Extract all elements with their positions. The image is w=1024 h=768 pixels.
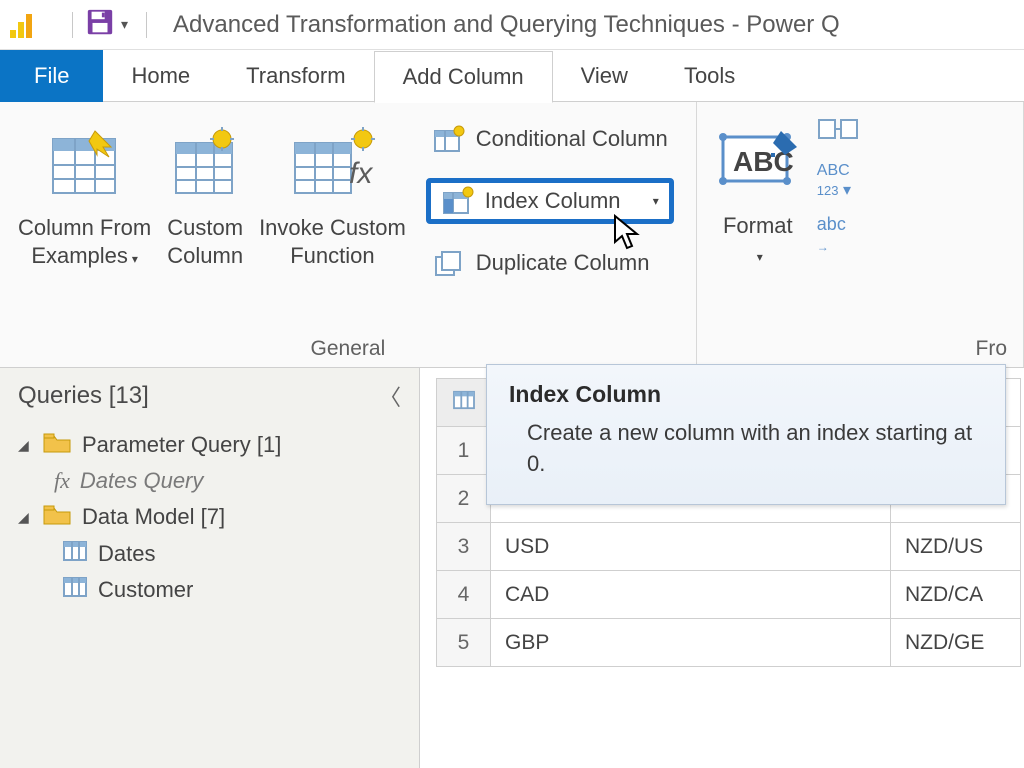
ribbon-group-from-text: ABC Format▾ ABC123 ▾ abc→ Fro [697, 102, 1024, 367]
app-icon [10, 12, 50, 38]
cell[interactable]: NZD/CA [891, 571, 1021, 619]
custom-column-label: Custom Column [167, 214, 243, 269]
main-area: Queries [13] 〈 ◢ Parameter Query [1] fx … [0, 368, 1024, 768]
queries-title: Queries [13] [18, 382, 149, 410]
grid-corner[interactable] [437, 379, 491, 427]
index-column-icon [441, 186, 475, 216]
merge-columns-icon[interactable] [817, 116, 863, 148]
tab-add-column[interactable]: Add Column [374, 51, 553, 103]
query-item-label: Dates [98, 541, 155, 567]
row-number: 3 [437, 523, 491, 571]
function-icon: fx [54, 468, 70, 494]
group-label-from-text: Fro [707, 331, 1013, 363]
parse-icon[interactable]: abc→ [817, 214, 863, 256]
qat-customize-dropdown[interactable]: ▾ [121, 16, 128, 33]
data-grid-area: 1 2EURNZD/EU 3USDNZD/US 4CADNZD/CA 5GBPN… [420, 368, 1024, 768]
query-item-label: Dates Query [80, 468, 204, 494]
tab-home[interactable]: Home [103, 50, 218, 102]
table-icon [62, 540, 88, 568]
ribbon-tabs: File Home Transform Add Column View Tool… [0, 50, 1024, 102]
expand-icon: ◢ [18, 437, 32, 454]
tab-file[interactable]: File [0, 50, 103, 102]
svg-text:fx: fx [349, 157, 373, 190]
column-from-examples-icon [47, 116, 123, 210]
tooltip-title: Index Column [509, 381, 985, 408]
collapse-pane-icon[interactable]: 〈 [379, 380, 401, 412]
dropdown-icon[interactable]: ▾ [653, 194, 659, 208]
table-row[interactable]: 5GBPNZD/GE [437, 619, 1021, 667]
ribbon: Column From Examples▾ Custom Column [0, 102, 1024, 368]
column-from-examples-button[interactable]: Column From Examples▾ [10, 110, 159, 331]
conditional-column-icon [432, 124, 466, 154]
tab-transform[interactable]: Transform [218, 50, 373, 102]
table-row[interactable]: 3USDNZD/US [437, 523, 1021, 571]
query-group-label: Parameter Query [1] [82, 432, 281, 458]
row-number: 5 [437, 619, 491, 667]
column-from-examples-label: Column From Examples▾ [18, 214, 151, 269]
save-icon[interactable] [85, 7, 115, 43]
folder-icon [42, 430, 72, 460]
row-number: 1 [437, 427, 491, 475]
invoke-custom-function-button[interactable]: fx Invoke Custom Function [251, 110, 414, 331]
tab-tools[interactable]: Tools [656, 50, 763, 102]
cell[interactable]: GBP [491, 619, 891, 667]
custom-column-icon [170, 116, 240, 210]
expand-icon: ◢ [18, 509, 32, 526]
invoke-custom-function-icon: fx [289, 116, 375, 210]
query-group[interactable]: ◢ Data Model [7] [18, 502, 401, 532]
format-icon: ABC [715, 114, 801, 208]
group-label-general: General [10, 331, 686, 363]
extract-icon[interactable]: ABC123 ▾ [817, 162, 863, 200]
query-item[interactable]: fx Dates Query [18, 468, 401, 494]
qat-divider [72, 12, 73, 38]
format-label: Format▾ [723, 212, 793, 267]
row-number: 2 [437, 475, 491, 523]
cell[interactable]: NZD/US [891, 523, 1021, 571]
format-button[interactable]: ABC Format▾ [707, 108, 809, 267]
duplicate-column-button[interactable]: Duplicate Column [426, 240, 674, 286]
cell[interactable]: USD [491, 523, 891, 571]
window-title: Advanced Transformation and Querying Tec… [173, 11, 840, 39]
index-column-button[interactable]: Index Column ▾ [426, 178, 674, 224]
cell[interactable]: NZD/GE [891, 619, 1021, 667]
ribbon-group-general: Column From Examples▾ Custom Column [0, 102, 697, 367]
tab-view[interactable]: View [553, 50, 656, 102]
queries-panel: Queries [13] 〈 ◢ Parameter Query [1] fx … [0, 368, 420, 768]
table-row[interactable]: 4CADNZD/CA [437, 571, 1021, 619]
query-group[interactable]: ◢ Parameter Query [1] [18, 430, 401, 460]
query-item[interactable]: Customer [18, 576, 401, 604]
column-tools-stack: Conditional Column Index Column ▾ Duplic… [414, 110, 686, 331]
query-item-label: Customer [98, 577, 193, 603]
query-item[interactable]: Dates [18, 540, 401, 568]
row-number: 4 [437, 571, 491, 619]
index-column-label: Index Column [485, 188, 621, 214]
dropdown-icon: ▾ [132, 252, 138, 266]
query-group-label: Data Model [7] [82, 504, 225, 530]
tooltip-body: Create a new column with an index starti… [509, 418, 985, 480]
tooltip: Index Column Create a new column with an… [486, 364, 1006, 505]
dropdown-icon: ▾ [757, 250, 763, 264]
cell[interactable]: CAD [491, 571, 891, 619]
invoke-custom-function-label: Invoke Custom Function [259, 214, 406, 269]
conditional-column-label: Conditional Column [476, 126, 668, 152]
folder-icon [42, 502, 72, 532]
custom-column-button[interactable]: Custom Column [159, 110, 251, 331]
title-divider [146, 12, 147, 38]
conditional-column-button[interactable]: Conditional Column [426, 116, 674, 162]
title-bar: ▾ Advanced Transformation and Querying T… [0, 0, 1024, 50]
duplicate-column-label: Duplicate Column [476, 250, 650, 276]
table-icon [62, 576, 88, 604]
duplicate-column-icon [432, 248, 466, 278]
